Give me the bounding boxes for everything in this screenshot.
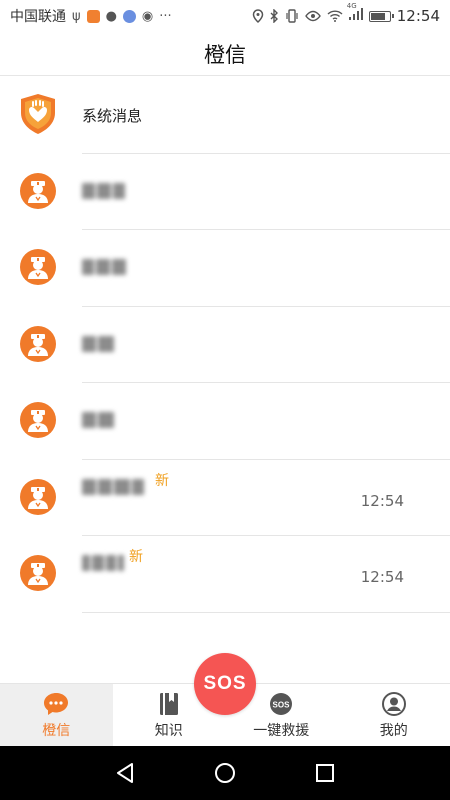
tab-label: 我的 bbox=[379, 723, 408, 739]
sos-icon: SOS bbox=[268, 691, 294, 717]
carrier-label: 中国联通 bbox=[10, 9, 66, 25]
shield-hands-icon bbox=[21, 94, 55, 134]
sos-button[interactable]: SOS bbox=[194, 653, 256, 715]
nurse-avatar-icon bbox=[20, 325, 56, 362]
system-nav-bar bbox=[0, 746, 450, 800]
divider bbox=[82, 611, 450, 613]
tab-label: 知识 bbox=[154, 723, 183, 739]
sos-label: SOS bbox=[203, 673, 247, 694]
signal-icon: 4G bbox=[347, 2, 363, 24]
contact-name-obscured bbox=[82, 259, 126, 277]
list-item-contact[interactable]: 新 12:54 bbox=[0, 536, 450, 613]
contact-name-obscured bbox=[82, 478, 144, 497]
recents-square-icon bbox=[316, 764, 334, 782]
vibrate-icon bbox=[286, 9, 298, 23]
eye-icon bbox=[304, 10, 321, 22]
home-circle-icon bbox=[215, 763, 235, 783]
contact-name-obscured bbox=[82, 182, 125, 201]
status-time: 12:54 bbox=[396, 7, 440, 25]
app-badge-icon bbox=[86, 9, 100, 23]
chat-icon bbox=[43, 691, 69, 717]
user-icon bbox=[381, 691, 407, 717]
nurse-avatar-icon bbox=[20, 478, 56, 515]
home-button[interactable] bbox=[205, 753, 245, 793]
usb-icon: ψ bbox=[72, 8, 81, 24]
network-type-label: 4G bbox=[346, 2, 357, 10]
nurse-avatar-icon bbox=[20, 555, 56, 591]
battery-icon bbox=[368, 10, 394, 22]
wifi-icon bbox=[327, 10, 343, 22]
location-icon bbox=[252, 9, 264, 23]
nurse-avatar-icon bbox=[20, 172, 56, 209]
more-icon: ··· bbox=[159, 8, 172, 24]
status-bar: 中国联通 ψ ● ◉ ··· 4G 12:54 bbox=[0, 0, 450, 32]
tab-label: 一键救援 bbox=[253, 723, 310, 739]
page-title: 橙信 bbox=[204, 42, 246, 67]
contact-name-obscured bbox=[82, 335, 114, 354]
chat-bubble-icon: ● bbox=[105, 8, 117, 24]
contact-name-obscured bbox=[82, 412, 114, 430]
nurse-avatar-icon bbox=[20, 402, 56, 438]
list-item-contact[interactable] bbox=[0, 154, 450, 230]
contact-name-obscured bbox=[82, 555, 124, 573]
tab-label: 橙信 bbox=[42, 723, 71, 739]
list-item-contact[interactable] bbox=[0, 383, 450, 460]
list-item-contact[interactable] bbox=[0, 230, 450, 307]
tab-mine[interactable]: 我的 bbox=[338, 684, 450, 746]
status-left: 中国联通 ψ ● ◉ ··· bbox=[10, 6, 172, 26]
message-list: 系统消息 新 12:54 新 12:54 bbox=[0, 77, 450, 613]
message-name: 系统消息 bbox=[82, 107, 143, 125]
new-badge: 新 bbox=[129, 549, 143, 565]
book-icon bbox=[156, 691, 182, 717]
list-item-contact[interactable] bbox=[0, 307, 450, 383]
wechat-icon: ◉ bbox=[141, 8, 154, 24]
list-item-system-message[interactable]: 系统消息 bbox=[0, 77, 450, 154]
status-right: 4G 12:54 bbox=[252, 2, 440, 25]
bluetooth-icon bbox=[270, 9, 278, 23]
tab-chengxin[interactable]: 橙信 bbox=[0, 684, 113, 746]
small-sos-text: SOS bbox=[273, 701, 291, 710]
list-item-contact[interactable]: 新 12:54 bbox=[0, 460, 450, 536]
message-time: 12:54 bbox=[360, 568, 404, 586]
back-triangle-icon bbox=[117, 763, 133, 783]
recents-button[interactable] bbox=[305, 753, 345, 793]
nurse-avatar-icon bbox=[20, 249, 56, 285]
title-bar: 橙信 bbox=[0, 32, 450, 76]
back-button[interactable] bbox=[105, 753, 145, 793]
music-icon bbox=[122, 9, 136, 23]
new-badge: 新 bbox=[155, 472, 169, 489]
message-time: 12:54 bbox=[360, 491, 404, 510]
